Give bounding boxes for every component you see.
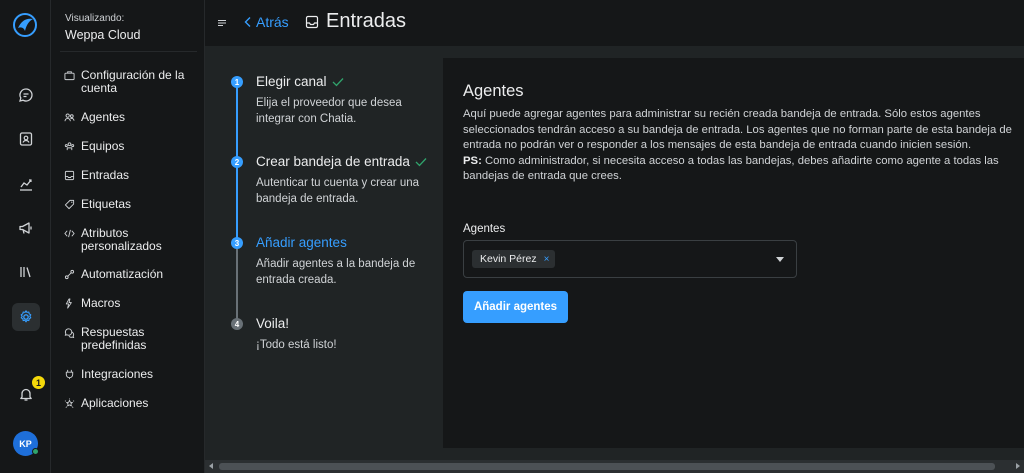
step-title: Elegir canal bbox=[256, 74, 344, 89]
sidebar-item-macros[interactable]: Macros bbox=[64, 297, 204, 310]
sidebar-item-labels[interactable]: Etiquetas bbox=[64, 198, 204, 211]
back-button[interactable]: Atrás bbox=[243, 14, 289, 30]
step-description: ¡Todo está listo! bbox=[256, 339, 337, 351]
sidebar-item-applications[interactable]: Aplicaciones bbox=[64, 397, 204, 410]
sidebar-item-label: Entradas bbox=[81, 168, 130, 182]
sidebar-item-inboxes[interactable]: Entradas bbox=[64, 169, 204, 182]
account-switcher[interactable]: Visualizando: Weppa Cloud bbox=[60, 8, 197, 52]
account-name: Weppa Cloud bbox=[65, 28, 141, 42]
step-description: Autenticar tu cuenta y crear una bandeja… bbox=[256, 177, 420, 205]
settings-sidebar: Visualizando: Weppa Cloud Configuración … bbox=[51, 0, 205, 473]
sidebar-item-label: Configuración de la cuenta bbox=[81, 68, 185, 95]
sidebar-item-automation[interactable]: Automatización bbox=[64, 268, 204, 281]
step-title: Voila! bbox=[256, 316, 289, 331]
back-label: Atrás bbox=[256, 14, 289, 30]
sidebar-item-canned-responses[interactable]: Respuestas predefinidas bbox=[64, 326, 204, 352]
step-title-text: Crear bandeja de entrada bbox=[256, 154, 410, 169]
step-number: 1 bbox=[231, 76, 243, 88]
sidebar-item-label: Macros bbox=[81, 296, 121, 310]
people-icon bbox=[64, 112, 75, 123]
sidebar-item-label: Aplicaciones bbox=[81, 396, 149, 410]
scroll-right-arrow-icon[interactable] bbox=[1016, 463, 1020, 469]
sidebar-item-label: Agentes bbox=[81, 110, 126, 124]
check-icon bbox=[332, 77, 344, 86]
add-agents-panel: Agentes Aquí puede agregar agentes para … bbox=[443, 58, 1024, 448]
sidebar-item-custom-attributes[interactable]: Atributos personalizados bbox=[64, 227, 204, 253]
sidebar-item-account-settings[interactable]: Configuración de la cuenta bbox=[64, 69, 204, 95]
automation-icon bbox=[64, 269, 75, 280]
step-title: Crear bandeja de entrada bbox=[256, 154, 427, 169]
step-title-text: Elegir canal bbox=[256, 74, 327, 89]
step-title-text: Voila! bbox=[256, 316, 290, 331]
sidebar-item-agents[interactable]: Agentes bbox=[64, 111, 204, 124]
sidebar-item-integrations[interactable]: Integraciones bbox=[64, 368, 204, 381]
wizard-steps: 1 Elegir canal Elija el proveedor que de… bbox=[205, 46, 443, 460]
panel-description-text: Aquí puede agregar agentes para administ… bbox=[463, 108, 1012, 151]
selected-agent-name: Kevin Pérez bbox=[480, 253, 537, 265]
scroll-left-arrow-icon[interactable] bbox=[209, 463, 213, 469]
flash-settings-icon bbox=[64, 298, 75, 309]
sidebar-item-label: Automatización bbox=[81, 267, 164, 281]
agents-field-label: Agentes bbox=[463, 223, 506, 235]
star-emphasis-icon bbox=[64, 398, 75, 409]
tag-icon bbox=[64, 199, 75, 210]
step-description: Elija el proveedor que desea integrar co… bbox=[256, 97, 402, 125]
ps-label: PS: bbox=[463, 154, 482, 167]
page-header: Atrás Entradas bbox=[205, 0, 1024, 46]
mail-inbox-icon bbox=[305, 15, 319, 29]
add-agents-button[interactable]: Añadir agentes bbox=[463, 291, 568, 323]
reports-icon[interactable] bbox=[12, 170, 40, 198]
conversations-icon[interactable] bbox=[12, 81, 40, 109]
mail-inbox-icon bbox=[64, 170, 75, 181]
agents-multiselect[interactable]: Kevin Pérez × bbox=[463, 240, 797, 278]
selected-agent-tag: Kevin Pérez × bbox=[472, 250, 556, 268]
page-title: Entradas bbox=[326, 10, 407, 32]
campaigns-megaphone-icon[interactable] bbox=[12, 214, 40, 242]
chevron-down-icon[interactable] bbox=[776, 257, 784, 262]
chatia-logo-icon[interactable] bbox=[11, 11, 39, 39]
settings-gear-icon[interactable] bbox=[12, 303, 40, 331]
scrollbar-thumb[interactable] bbox=[219, 463, 995, 470]
step-title: Añadir agentes bbox=[256, 235, 347, 250]
sidebar-item-teams[interactable]: Equipos bbox=[64, 140, 204, 153]
online-status-dot bbox=[32, 448, 39, 455]
sidebar-item-label: Integraciones bbox=[81, 367, 154, 381]
progress-line-pending bbox=[236, 243, 238, 323]
step-description: Añadir agentes a la bandeja de entrada c… bbox=[256, 258, 416, 286]
sidebar-item-label: Respuestas predefinidas bbox=[81, 325, 147, 352]
chevron-left-icon bbox=[244, 17, 251, 27]
sidebar-item-label: Atributos personalizados bbox=[81, 226, 162, 253]
contacts-icon[interactable] bbox=[12, 125, 40, 153]
account-viewing-label: Visualizando: bbox=[65, 13, 125, 24]
sidebar-item-label: Equipos bbox=[81, 139, 125, 153]
library-icon[interactable] bbox=[12, 258, 40, 286]
check-icon bbox=[415, 157, 427, 166]
briefcase-icon bbox=[64, 70, 75, 81]
step-number: 4 bbox=[231, 318, 243, 330]
people-team-icon bbox=[64, 141, 75, 152]
panel-description: Aquí puede agregar agentes para administ… bbox=[463, 107, 1023, 185]
step-number: 3 bbox=[231, 237, 243, 249]
horizontal-scrollbar[interactable] bbox=[205, 460, 1024, 473]
step-title-text: Añadir agentes bbox=[256, 235, 347, 250]
menu-toggle-icon[interactable] bbox=[216, 16, 228, 28]
notification-count-badge: 1 bbox=[32, 376, 45, 389]
sidebar-item-label: Etiquetas bbox=[81, 197, 132, 211]
code-icon bbox=[64, 228, 75, 239]
panel-title: Agentes bbox=[463, 82, 524, 100]
icon-rail: 1 KP bbox=[0, 0, 51, 473]
plug-icon bbox=[64, 369, 75, 380]
remove-agent-close-icon[interactable]: × bbox=[544, 254, 550, 265]
step-number: 2 bbox=[231, 156, 243, 168]
ps-text: Como administrador, si necesita acceso a… bbox=[463, 154, 999, 183]
chat-multiple-icon bbox=[64, 327, 75, 339]
main-content: 1 Elegir canal Elija el proveedor que de… bbox=[205, 46, 1024, 460]
